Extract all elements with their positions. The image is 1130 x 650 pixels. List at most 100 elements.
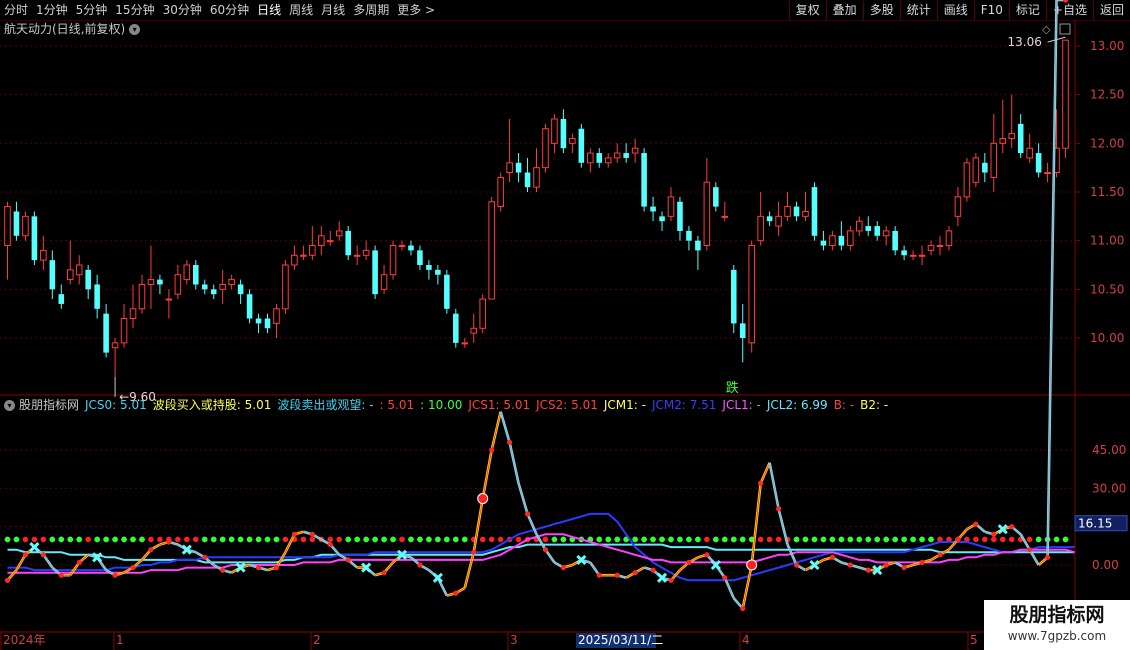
candle-body xyxy=(75,264,83,276)
indicator-point xyxy=(112,572,118,578)
indicator-line-JCS0-core xyxy=(213,564,223,571)
period-tab-9[interactable]: 多周期 xyxy=(349,0,393,20)
candle-body xyxy=(426,265,432,270)
toolbar-button-1[interactable]: 叠加 xyxy=(825,0,863,20)
candle-body xyxy=(829,235,836,247)
level-dot xyxy=(748,536,755,543)
indicator-point xyxy=(1044,554,1051,560)
period-tab-1[interactable]: 1分钟 xyxy=(32,0,72,20)
indicator-line-JCS0 xyxy=(213,563,224,572)
indicator-line-JCS0-core xyxy=(195,551,205,558)
level-dot xyxy=(587,536,594,543)
level-dot xyxy=(766,536,773,543)
level-dot xyxy=(426,536,432,543)
cross-marker xyxy=(92,552,103,563)
watermark-url: www.7gpzb.com xyxy=(1007,629,1107,643)
indicator-line-JCS0 xyxy=(939,548,950,556)
chart-title[interactable]: 航天动力(日线,前复权) ▾ xyxy=(4,21,141,37)
toolbar-button-3[interactable]: 统计 xyxy=(899,0,937,20)
indicator-axis-label: 15.00 xyxy=(1092,520,1126,534)
period-tab-10[interactable]: 更多 > xyxy=(393,0,439,20)
level-dot xyxy=(551,536,558,543)
candle-body xyxy=(892,230,898,251)
indicator-name[interactable]: 股朋指标网 xyxy=(19,397,79,413)
cross-marker xyxy=(432,572,443,583)
indicator-line-JCS0 xyxy=(24,546,36,556)
candle-body xyxy=(362,249,370,256)
period-tab-5[interactable]: 60分钟 xyxy=(206,0,253,20)
candle-body xyxy=(345,230,351,256)
candle-body xyxy=(533,167,540,188)
indicator-point xyxy=(614,572,620,578)
indicator-line-JCS0-core xyxy=(96,557,107,571)
indicator-line-JCS0 xyxy=(186,548,197,554)
level-dot xyxy=(49,536,56,543)
indicator-line-JCS0-core xyxy=(634,567,645,574)
panel-toggle-icon xyxy=(1059,23,1071,35)
chevron-down-icon[interactable]: ▾ xyxy=(129,23,141,35)
period-tab-0[interactable]: 分时 xyxy=(0,0,32,20)
toolbar-button-6[interactable]: 标记 xyxy=(1008,0,1046,20)
candle-body xyxy=(94,284,100,309)
level-dot xyxy=(632,536,638,543)
toolbar-button-7[interactable]: +自选 xyxy=(1045,0,1093,20)
indicator-line-JCS0-core xyxy=(652,569,663,579)
level-dot xyxy=(408,536,414,543)
level-dot xyxy=(623,536,629,543)
indicator-point xyxy=(22,552,29,558)
candle-body xyxy=(901,250,907,256)
indicator-line-JCS0 xyxy=(841,561,851,567)
chevron-down-icon[interactable]: ▾ xyxy=(4,399,15,411)
level-dot xyxy=(444,536,450,543)
level-dot xyxy=(237,536,244,543)
toolbar-button-2[interactable]: 多股 xyxy=(862,0,900,20)
toolbar-button-0[interactable]: 复权 xyxy=(788,0,826,20)
indicator-line-JCS0 xyxy=(105,568,116,577)
indicator-value-8: JCM2: 7.51 xyxy=(651,398,717,412)
indicator-point xyxy=(865,567,871,573)
indicator-line-JCS0-core xyxy=(177,544,188,551)
candle-body xyxy=(138,283,146,310)
period-tab-3[interactable]: 15分钟 xyxy=(111,0,158,20)
candle-body xyxy=(551,118,558,144)
cross-marker xyxy=(181,544,192,555)
candle-body xyxy=(686,230,692,241)
indicator-line-JCS0-core xyxy=(473,498,484,553)
indicator-line-JCS0 xyxy=(481,449,493,499)
candle-body xyxy=(461,342,469,345)
current-value: 16.15 xyxy=(1078,517,1112,531)
indicator-value-6: JCS2: 5.01 xyxy=(536,398,598,412)
indicator-line-JCS0 xyxy=(1002,525,1013,531)
period-tab-7[interactable]: 周线 xyxy=(285,0,317,20)
period-tab-8[interactable]: 月线 xyxy=(317,0,349,20)
indicator-line-JCM2 xyxy=(7,512,1075,582)
indicator-line-JCS0-core xyxy=(428,569,439,579)
level-dot xyxy=(928,536,934,543)
level-dot xyxy=(847,536,854,543)
period-tab-4[interactable]: 30分钟 xyxy=(159,0,206,20)
indicator-line-JCS0-core xyxy=(859,567,869,571)
toolbar-button-8[interactable]: 返回 xyxy=(1092,0,1130,20)
indicator-line-JCS0-core xyxy=(850,564,860,568)
indicator-line-JCS0 xyxy=(535,533,547,551)
candle-body xyxy=(40,249,47,261)
indicator-line-JCS0 xyxy=(849,563,860,569)
indicator-line-JCS0 xyxy=(33,546,45,556)
indicator-line-JCS0 xyxy=(984,530,995,536)
indicator-line-JCS0 xyxy=(383,561,395,574)
level-dot xyxy=(659,536,665,543)
indicator-line-JCS0-core xyxy=(966,523,977,530)
indicator-line-JCS0-core xyxy=(545,549,555,563)
candle-body xyxy=(111,342,119,349)
toolbar-button-5[interactable]: F10 xyxy=(973,0,1009,20)
period-tab-2[interactable]: 5分钟 xyxy=(72,0,112,20)
period-tab-6[interactable]: 日线 xyxy=(253,0,285,20)
candle-body xyxy=(318,235,325,247)
candle-body xyxy=(228,279,235,285)
toolbar-button-4[interactable]: 画线 xyxy=(936,0,974,20)
indicator-line-JCS0-core xyxy=(877,564,887,571)
indicator-point xyxy=(542,547,549,553)
indicator-line-JCS0 xyxy=(697,553,708,559)
candle-body xyxy=(542,128,549,169)
level-dot xyxy=(309,536,316,543)
